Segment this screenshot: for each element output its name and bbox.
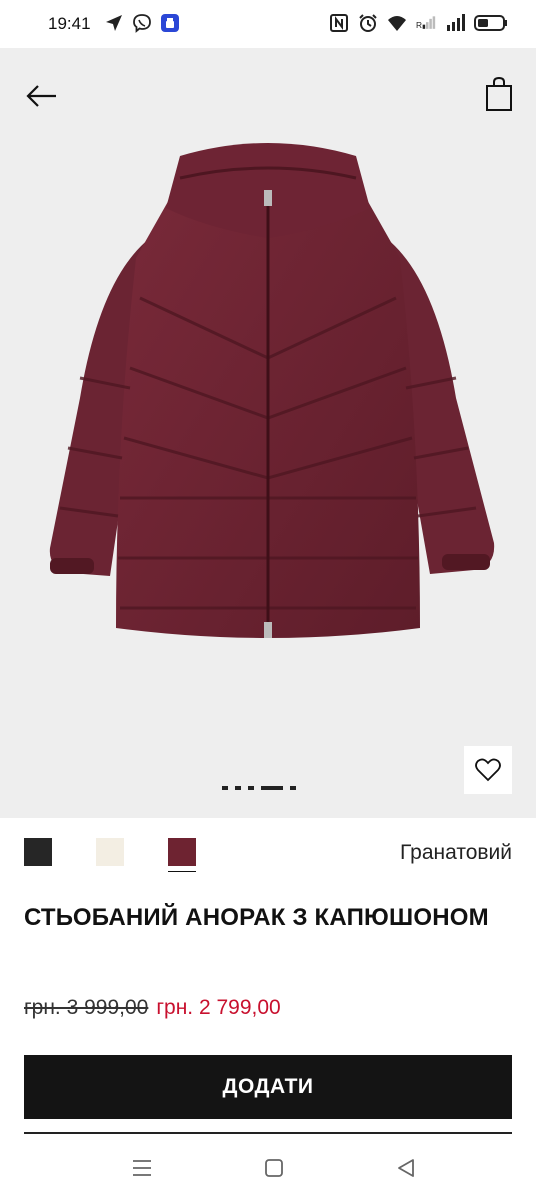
status-time: 19:41 — [48, 14, 91, 33]
gallery-dot[interactable] — [222, 786, 228, 790]
add-to-cart-button[interactable]: ДОДАТИ — [24, 1055, 512, 1119]
color-swatches — [24, 838, 196, 872]
original-price: грн. 3 999,00 — [24, 996, 149, 1019]
gallery-dot[interactable] — [235, 786, 241, 790]
home-square-icon[interactable] — [262, 1156, 286, 1180]
viber-icon — [133, 14, 151, 33]
status-right-icons: R — [329, 13, 508, 33]
arrow-left-icon[interactable] — [24, 78, 60, 114]
color-swatch-black[interactable] — [24, 838, 52, 872]
svg-text:R: R — [416, 20, 422, 30]
back-triangle-icon[interactable] — [394, 1156, 418, 1180]
sale-price: грн. 2 799,00 — [156, 996, 281, 1019]
nfc-icon — [330, 14, 348, 32]
status-left-icons — [104, 13, 180, 33]
swatch-fill — [96, 838, 124, 866]
battery-icon — [474, 15, 507, 31]
shopping-bag-icon[interactable] — [484, 76, 514, 112]
gallery-pagination[interactable] — [222, 786, 296, 790]
gallery-dot[interactable] — [290, 786, 296, 790]
swatch-fill — [168, 838, 196, 866]
gallery-dot[interactable] — [261, 786, 283, 790]
menu-icon[interactable] — [130, 1156, 154, 1180]
color-swatch-garnet[interactable] — [168, 838, 196, 872]
favorite-button[interactable] — [464, 746, 512, 794]
alarm-icon — [359, 14, 377, 32]
wifi-icon — [388, 16, 406, 31]
system-nav-bar — [0, 1136, 536, 1200]
app-badge-icon — [161, 14, 179, 32]
color-swatch-cream[interactable] — [96, 838, 124, 872]
navigation-arrow-icon — [106, 15, 122, 31]
product-image — [49, 143, 495, 638]
product-title: СТЬОБАНИЙ АНОРАК З КАПЮШОНОМ — [24, 904, 489, 931]
selected-color-name: Гранатовий — [399, 841, 512, 864]
price-row: грн. 3 999,00 грн. 2 799,00 — [24, 996, 281, 1020]
signal-icon — [447, 14, 465, 31]
heart-icon — [475, 758, 501, 782]
divider — [24, 1132, 512, 1134]
signal-r-icon: R — [416, 16, 436, 30]
product-gallery[interactable] — [0, 48, 536, 818]
status-bar: 19:41 R — [0, 0, 536, 48]
swatch-fill — [24, 838, 52, 866]
gallery-dot[interactable] — [248, 786, 254, 790]
